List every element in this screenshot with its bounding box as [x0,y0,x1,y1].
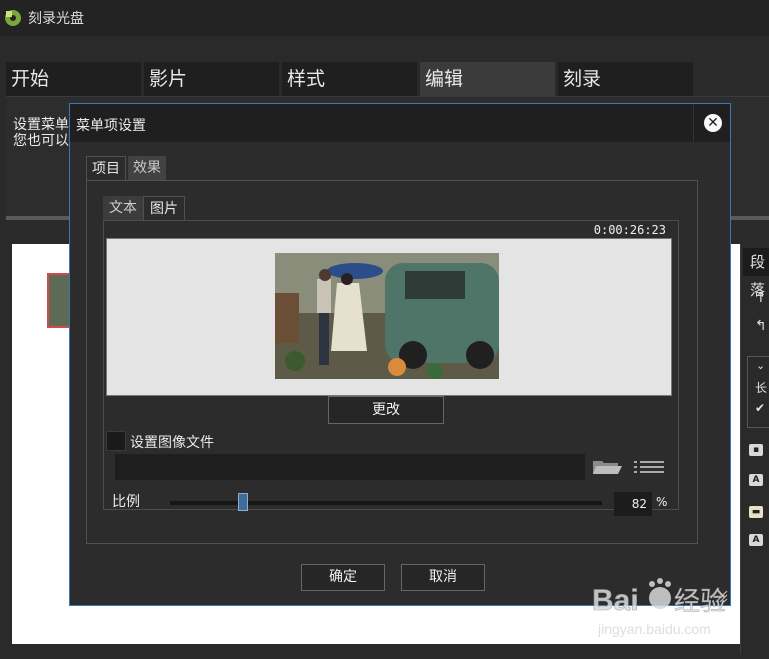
movie-frame-image [275,253,499,379]
tab-text[interactable]: 文本 [103,196,143,220]
scale-label: 比例 [112,494,140,510]
dialog-tab-bar: 项目 效果 [86,156,168,180]
set-image-file-checkbox[interactable] [106,431,126,451]
tab-edit[interactable]: 编辑 [420,62,555,96]
close-icon[interactable]: ✕ [704,114,722,132]
tab-effect[interactable]: 效果 [128,156,166,180]
chevron-down-icon[interactable]: ⌄ [756,359,765,372]
dialog-title-bar: 菜单项设置 ✕ [70,104,730,142]
text-a-icon-2[interactable]: A [749,534,763,546]
folder-icon[interactable] [592,459,622,475]
ok-button[interactable]: 确定 [301,564,385,591]
image-preview-frame [106,238,672,396]
length-label-icon: 长 [755,381,768,395]
frame-icon[interactable]: ▬ [749,506,763,518]
app-window: 刻录光盘 开始 影片 样式 编辑 刻录 设置菜单 您也可以 段落 ↑ ↰ ⌄ 长… [0,0,769,659]
image-file-path-field[interactable] [115,454,585,480]
undo-icon[interactable]: ↰ [755,318,767,334]
tab-item[interactable]: 项目 [86,156,126,180]
svg-text:经验: 经验 [674,587,726,617]
info-line-1: 设置菜单 [13,117,69,133]
percent-unit: % [656,495,668,509]
tab-movie[interactable]: 影片 [144,62,279,96]
inner-tab-bar: 文本 图片 [103,196,185,220]
check-icon[interactable]: ✔ [755,401,765,415]
svg-text:jingyan.baidu.com: jingyan.baidu.com [597,621,711,637]
tab-image[interactable]: 图片 [143,196,185,220]
right-panel-tab[interactable]: 段落 [743,248,769,299]
info-text: 设置菜单 您也可以 [13,117,69,149]
svg-text:Bai: Bai [592,584,639,617]
main-tab-bar: 开始 影片 样式 编辑 刻录 [6,62,696,96]
tab-style[interactable]: 样式 [282,62,417,96]
right-panel-options: ⌄ 长 ✔ [747,356,769,428]
dialog-title: 菜单项设置 [76,118,146,134]
text-a-icon[interactable]: A [749,474,763,486]
dialog-close-area: ✕ [693,104,730,142]
scale-slider-thumb[interactable] [238,493,248,511]
title-bar: 刻录光盘 [0,0,769,36]
app-title: 刻录光盘 [28,11,84,27]
timecode: 0:00:26:23 [593,223,666,237]
menu-item-settings-dialog: 菜单项设置 ✕ 项目 效果 文本 图片 0:00:26:23 更改 设置图像文件… [69,103,731,606]
cancel-button[interactable]: 取消 [401,564,485,591]
image-panel: 0:00:26:23 更改 设置图像文件 比例 82 % [103,220,679,516]
list-icon[interactable] [634,459,664,475]
info-line-2: 您也可以 [13,133,69,149]
tab-start[interactable]: 开始 [6,62,141,96]
scale-value-input[interactable]: 82 [614,492,652,516]
set-image-file-label: 设置图像文件 [130,435,214,451]
scale-slider-track[interactable] [170,501,602,505]
change-button[interactable]: 更改 [328,396,444,424]
tab-burn[interactable]: 刻录 [558,62,693,96]
disc-app-icon [5,10,21,26]
arrow-up-icon[interactable]: ↑ [755,290,767,306]
image-icon[interactable]: ▪ [749,444,763,456]
baidu-jingyan-watermark: Bai 经验 jingyan.baidu.com [592,578,726,637]
item-panel: 文本 图片 0:00:26:23 更改 设置图像文件 比例 82 % [86,180,698,544]
